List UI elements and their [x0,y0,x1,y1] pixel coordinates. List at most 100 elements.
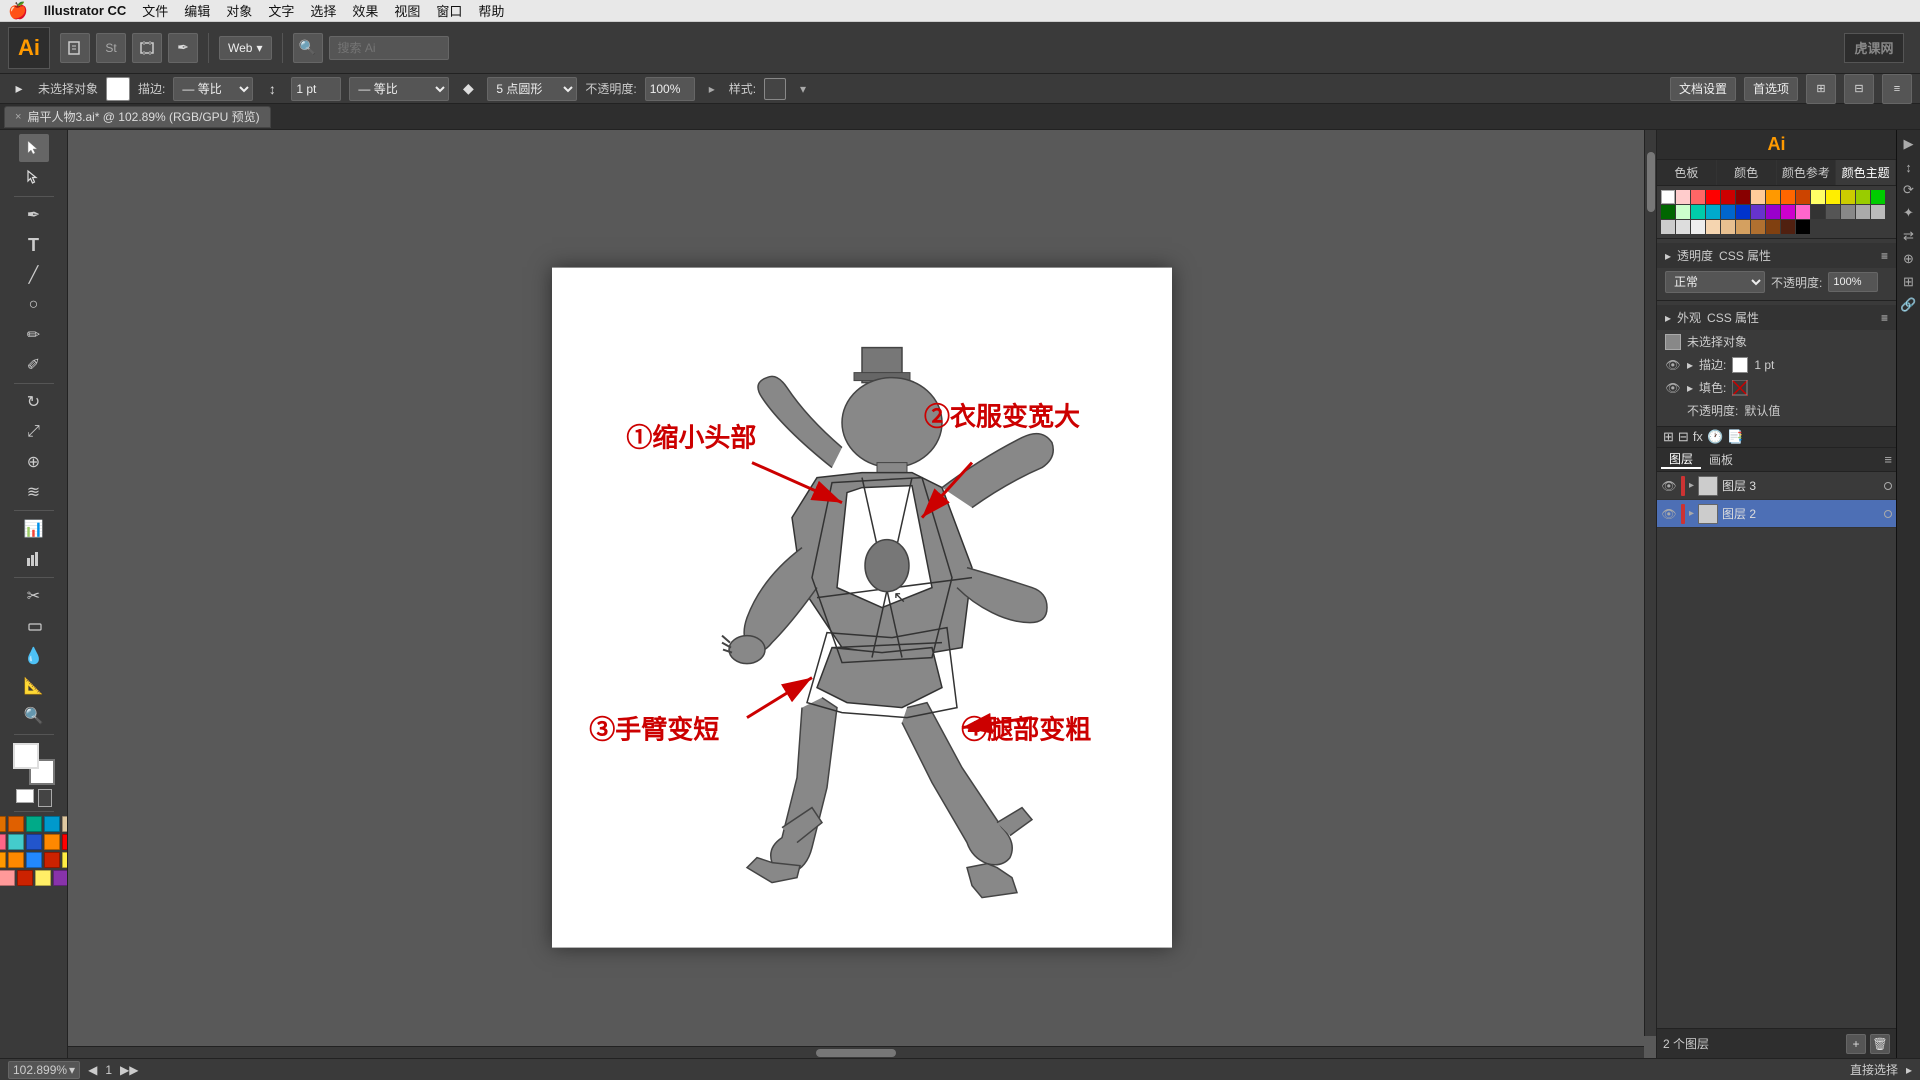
cswatch-24[interactable] [1811,205,1825,219]
eyedropper-tool[interactable]: 💧 [19,642,49,670]
cswatch-3[interactable] [1721,190,1735,204]
page-nav-prev[interactable]: ◀ [88,1063,97,1077]
cswatch-12[interactable] [1856,190,1870,204]
swatch-purple[interactable] [53,870,69,886]
cswatch-4[interactable] [1736,190,1750,204]
style-swatch[interactable] [764,78,786,100]
menu-effects[interactable]: 效果 [352,1,378,20]
strip-icon-4[interactable]: ✦ [1899,203,1919,223]
graph-tool[interactable]: 📊 [19,515,49,543]
brush-btn[interactable]: ✒ [168,33,198,63]
cswatch-33[interactable] [1721,220,1735,234]
appearance-expand[interactable]: ▸ [1665,311,1671,325]
artboard-btn[interactable] [132,33,162,63]
apple-menu[interactable]: 🍎 [8,1,28,21]
tab-layers[interactable]: 图层 [1661,450,1701,469]
vertical-scrollbar[interactable] [1644,130,1656,1036]
cswatch-28[interactable] [1871,205,1885,219]
strip-icon-2[interactable]: ↕ [1899,157,1919,177]
cswatch-8[interactable] [1796,190,1810,204]
stroke-type-select[interactable]: — 等比 [349,77,449,101]
tab-swatch[interactable]: 色板 [1657,160,1717,185]
selection-tool[interactable] [19,134,49,162]
cswatch-23[interactable] [1796,205,1810,219]
swatch-teal[interactable] [26,816,42,832]
cswatch-14[interactable] [1661,205,1675,219]
warp-tool[interactable]: ≋ [19,478,49,506]
menu-text[interactable]: 文字 [268,1,294,20]
swatch-red2[interactable] [17,870,33,886]
layer-icon-4[interactable]: 🕐 [1707,429,1723,445]
canvas-area[interactable]: ①缩小头部 ②衣服变宽大 ③手臂变短 ④腿部变粗 [68,130,1656,1058]
layer-icon-5[interactable]: 📑 [1727,429,1743,445]
cswatch-20[interactable] [1751,205,1765,219]
swatch-orange1[interactable] [0,816,6,832]
swap-colors[interactable] [16,789,34,803]
cswatch-13[interactable] [1871,190,1885,204]
swatch-blue[interactable] [44,816,60,832]
layer3-select-dot[interactable] [1884,482,1892,490]
shape-tool[interactable]: ○ [19,291,49,319]
menu-edit[interactable]: 编辑 [184,1,210,20]
fg-bg-colors[interactable] [13,743,55,785]
cswatch-15[interactable] [1676,205,1690,219]
rotate-tool[interactable]: ↻ [19,388,49,416]
cswatch-black[interactable] [1796,220,1810,234]
type-tool[interactable]: T [19,231,49,259]
swatch-darkred[interactable] [44,852,60,868]
tool-arrow[interactable]: ▸ [1906,1063,1912,1077]
strip-icon-7[interactable]: ⊞ [1899,272,1919,292]
swatch-darkblue[interactable] [26,834,42,850]
cswatch-5[interactable] [1751,190,1765,204]
transparency-expand[interactable]: ▸ [1665,249,1671,263]
cswatch-27[interactable] [1856,205,1870,219]
menu-object[interactable]: 对象 [226,1,252,20]
swatch-orange4[interactable] [8,852,24,868]
cswatch-white[interactable] [1661,190,1675,204]
fill-eye[interactable]: 👁 [1665,380,1681,396]
layer2-expand[interactable]: ▸ [1689,508,1694,519]
workspace-web-btn[interactable]: Web ▾ [219,36,272,60]
transform-tool[interactable]: ⤢ [19,418,49,446]
cswatch-11[interactable] [1841,190,1855,204]
layer3-eye[interactable]: 👁 [1661,478,1677,494]
layer2-select-dot[interactable] [1884,510,1892,518]
cswatch-6[interactable] [1766,190,1780,204]
cswatch-19[interactable] [1736,205,1750,219]
horizontal-scrollbar[interactable] [68,1046,1644,1058]
doc-settings-btn[interactable]: 文档设置 [1670,77,1736,101]
visibility-eye[interactable]: 👁 [1665,357,1681,373]
cswatch-2[interactable] [1706,190,1720,204]
pen-tool[interactable]: ✒ [19,201,49,229]
opacity-panel-input[interactable] [1828,272,1878,292]
cswatch-21[interactable] [1766,205,1780,219]
cswatch-29[interactable] [1661,220,1675,234]
fill-swatch[interactable] [106,77,130,101]
slice-tool[interactable]: ✂ [19,582,49,610]
page-nav-next[interactable]: ▶▶ [120,1063,138,1077]
swatch-lightpink[interactable] [0,870,15,886]
cswatch-17[interactable] [1706,205,1720,219]
fill-color-swatch[interactable] [1732,380,1748,396]
strip-icon-3[interactable]: ⟳ [1899,180,1919,200]
stroke-weight-icon[interactable]: ↕ [261,78,283,100]
zoom-tool[interactable]: 🔍 [19,702,49,730]
strip-icon-1[interactable]: ▶ [1899,134,1919,154]
menu-help[interactable]: 帮助 [478,1,504,20]
direct-selection-tool[interactable] [19,164,49,192]
cswatch-26[interactable] [1841,205,1855,219]
new-layer-btn[interactable]: + [1846,1034,1866,1054]
swatch-orange3[interactable] [0,852,6,868]
bar-chart-tool[interactable] [19,545,49,573]
delete-layer-btn[interactable]: 🗑 [1870,1034,1890,1054]
eraser-tool[interactable] [19,612,49,640]
blend-mode-select[interactable]: 正常 [1665,271,1765,293]
zoom-arrow[interactable]: ▾ [69,1063,75,1077]
menu-file[interactable]: 文件 [142,1,168,20]
layer-icon-1[interactable]: ⊞ [1663,429,1674,445]
menu-illustrator[interactable]: Illustrator CC [44,3,126,18]
symbol-btn[interactable]: St [96,33,126,63]
stroke-color-swatch[interactable] [1732,357,1748,373]
swatch-pink[interactable] [0,834,6,850]
layer-item-3[interactable]: 👁 ▸ 图层 3 [1657,472,1896,500]
